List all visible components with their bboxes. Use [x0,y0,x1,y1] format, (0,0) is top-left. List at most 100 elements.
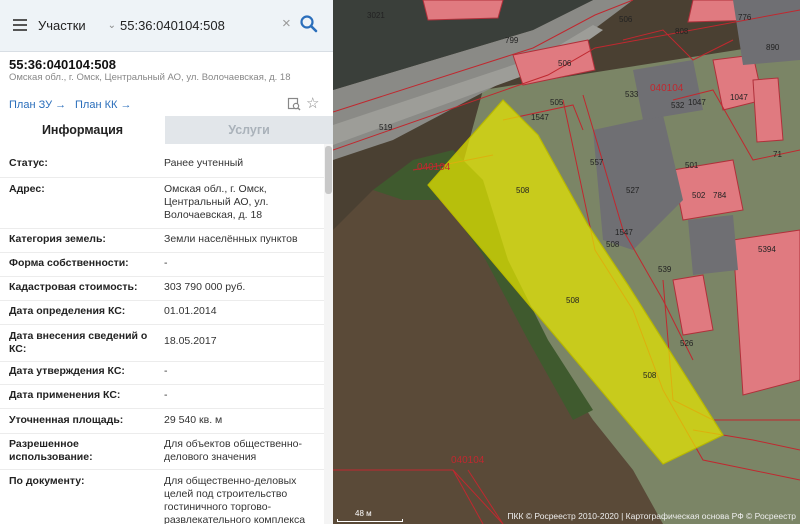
plot-label: 3021 [367,11,385,20]
plan-kk-label: План КК [75,99,118,111]
info-label: Дата определения КС: [9,305,126,317]
plot-label: 539 [658,265,672,274]
plot-label: 799 [505,36,519,45]
info-label: Категория земель: [9,233,106,245]
info-label: Разрешенное использование: [9,438,93,463]
info-value: Для объектов общественно-делового значен… [164,438,302,463]
quarter-label: 040104 [451,455,485,466]
divider [0,276,324,277]
info-value: Ранее учтенный [164,157,244,169]
arrow-right-icon: → [120,99,132,111]
tab-info[interactable]: Информация [0,116,165,144]
building [733,0,800,65]
plan-kk-link[interactable]: План КК → [75,99,131,111]
plot-label: 71 [773,150,782,159]
info-value: 29 540 кв. м [164,414,223,426]
plot-label: 526 [680,339,694,348]
plot-label: 1047 [688,98,706,107]
map-attribution: ПКК © Росреестр 2010-2020 | Картографиче… [507,511,796,521]
info-label: Дата утверждения КС: [9,365,125,377]
building [752,77,784,143]
plot-label: 776 [738,13,752,22]
info-label: Дата внесения сведений о КС: [9,330,148,355]
scale-label: 48 м [355,509,372,518]
plot-label: 527 [626,186,640,195]
card-address: Омская обл., г. Омск, Центральный АО, ул… [9,72,291,83]
divider [0,177,324,178]
divider [0,300,324,301]
quarter-label: 040104 [650,83,684,94]
favorite-button[interactable]: ☆ [306,94,319,112]
info-list: Статус: Ранее учтенный Адрес: Омская обл… [0,144,324,524]
category-select[interactable]: Участки ⌄ [38,12,116,38]
plot-label: 532 [671,101,685,110]
plot-label: 5394 [758,245,776,254]
search-button[interactable] [299,13,319,35]
menu-button[interactable] [6,10,34,40]
plan-zu-link[interactable]: План ЗУ → [9,99,66,111]
info-value: Земли населённых пунктов [164,233,298,245]
info-label: По документу: [9,475,85,487]
category-select-value: Участки [38,17,86,33]
tab-bar: Информация Услуги [0,116,333,144]
clear-search-button[interactable]: × [282,14,298,34]
plot-label: 501 [685,161,699,170]
plot-label: 1547 [615,228,633,237]
divider [0,408,324,409]
info-label: Дата применения КС: [9,389,121,401]
info-value: - [164,257,168,269]
plot-label: 508 [566,296,580,305]
info-label: Кадастровая стоимость: [9,281,138,293]
plot-label: 533 [625,90,639,99]
arrow-right-icon: → [55,99,67,111]
close-icon: × [282,15,291,32]
map-view[interactable]: 040104 040104 040104 3021 506 808 776 89… [333,0,800,524]
plot-label: 1047 [730,93,748,102]
info-label: Форма собственности: [9,257,129,269]
plot-label: 1547 [531,113,549,122]
plot-label: 508 [606,240,620,249]
quarter-label: 040104 [417,162,451,173]
divider [0,324,324,325]
building [732,229,800,396]
satellite-map: 040104 040104 040104 3021 506 808 776 89… [333,0,800,524]
info-panel: Участки ⌄ × 55:36:040104:508 Омская обл.… [0,0,333,524]
plot-label: 808 [675,27,689,36]
info-label: Статус: [9,157,48,169]
info-value: 303 790 000 руб. [164,281,246,293]
plan-zu-label: План ЗУ [9,99,53,111]
plot-label: 890 [766,43,780,52]
info-value: Омская обл., г. Омск, Центральный АО, ул… [164,183,269,221]
search-bar: Участки ⌄ × [0,0,333,52]
divider [0,433,324,434]
card-title: 55:36:040104:508 [9,57,116,72]
divider [0,469,324,470]
divider [0,384,324,385]
scrollbar[interactable] [324,144,333,524]
building [422,0,504,21]
plot-label: 506 [619,15,633,24]
hamburger-icon [13,19,27,21]
info-value: - [164,389,168,401]
plot-label: 502 [692,191,706,200]
search-input[interactable] [120,14,278,36]
scrollbar-thumb[interactable] [325,146,332,194]
plot-label: 506 [558,59,572,68]
info-value: - [164,365,168,377]
plot-label: 505 [550,98,564,107]
info-value: Для общественно-деловых целей под строит… [164,475,306,524]
search-icon [300,15,318,33]
building [672,159,744,221]
building [688,215,738,275]
scale-bar [337,519,403,522]
info-value: 01.01.2014 [164,305,217,317]
chevron-down-icon: ⌄ [107,19,117,31]
plot-label: 784 [713,191,727,200]
info-label: Уточненная площадь: [9,414,124,426]
plot-label: 508 [516,186,530,195]
plot-label: 557 [590,158,604,167]
tab-services[interactable]: Услуги [165,116,333,144]
divider [0,361,324,362]
print-button[interactable] [287,97,301,111]
info-value: 18.05.2017 [164,335,217,347]
